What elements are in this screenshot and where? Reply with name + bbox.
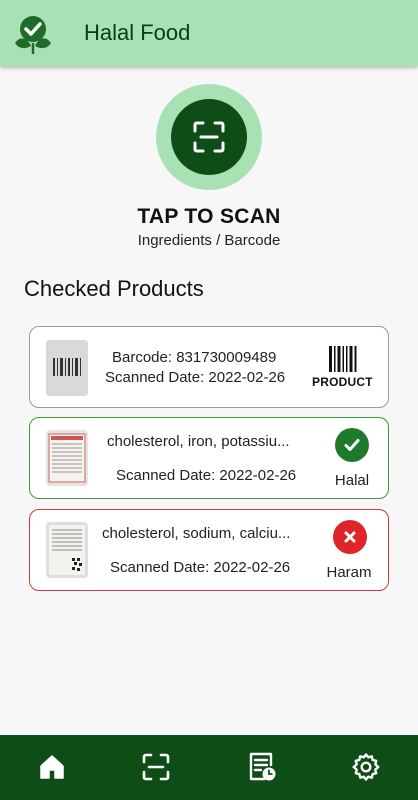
bottom-nav bbox=[0, 735, 418, 800]
product-thumbnail bbox=[46, 522, 88, 578]
close-icon bbox=[333, 520, 367, 554]
halal-status-label: Halal bbox=[334, 472, 370, 489]
scan-button-inner bbox=[171, 99, 247, 175]
tap-to-scan-subtitle: Ingredients / Barcode bbox=[137, 232, 281, 249]
home-icon bbox=[40, 755, 64, 779]
barcode-icon bbox=[328, 345, 358, 378]
product-thumbnail bbox=[46, 430, 88, 486]
product-card[interactable]: cholesterol, iron, potassiu... Scanned D… bbox=[29, 417, 389, 499]
scanned-date: Scanned Date: 2022-02-26 bbox=[110, 559, 291, 576]
product-card[interactable]: cholesterol, sodium, calciu... Scanned D… bbox=[29, 509, 389, 591]
check-icon bbox=[335, 428, 369, 462]
app-bar: Halal Food bbox=[0, 0, 418, 66]
app-title: Halal Food bbox=[84, 20, 191, 45]
nav-home[interactable] bbox=[35, 750, 69, 784]
product-type-label: PRODUCT bbox=[312, 375, 373, 389]
scanned-date: Scanned Date: 2022-02-26 bbox=[105, 369, 286, 386]
barcode-text: Barcode: 831730009489 bbox=[112, 349, 277, 366]
scan-icon bbox=[193, 121, 225, 153]
scanned-date: Scanned Date: 2022-02-26 bbox=[116, 467, 297, 484]
nav-scan[interactable] bbox=[139, 750, 173, 784]
product-card[interactable]: Barcode: 831730009489 Scanned Date: 2022… bbox=[29, 326, 389, 408]
checked-products-title: Checked Products bbox=[24, 276, 204, 301]
leaf-check-logo-icon bbox=[10, 10, 56, 56]
history-icon bbox=[249, 752, 276, 781]
nav-history[interactable] bbox=[245, 750, 279, 784]
haram-status-label: Haram bbox=[326, 564, 372, 581]
product-thumbnail bbox=[46, 340, 88, 396]
nav-settings[interactable] bbox=[349, 750, 383, 784]
scan-button[interactable] bbox=[156, 84, 262, 190]
tap-to-scan-title: TAP TO SCAN bbox=[137, 205, 281, 228]
settings-icon bbox=[352, 753, 380, 781]
ingredients-text: cholesterol, iron, potassiu... bbox=[107, 433, 290, 450]
ingredients-text: cholesterol, sodium, calciu... bbox=[102, 525, 291, 542]
scan-icon bbox=[142, 753, 170, 781]
